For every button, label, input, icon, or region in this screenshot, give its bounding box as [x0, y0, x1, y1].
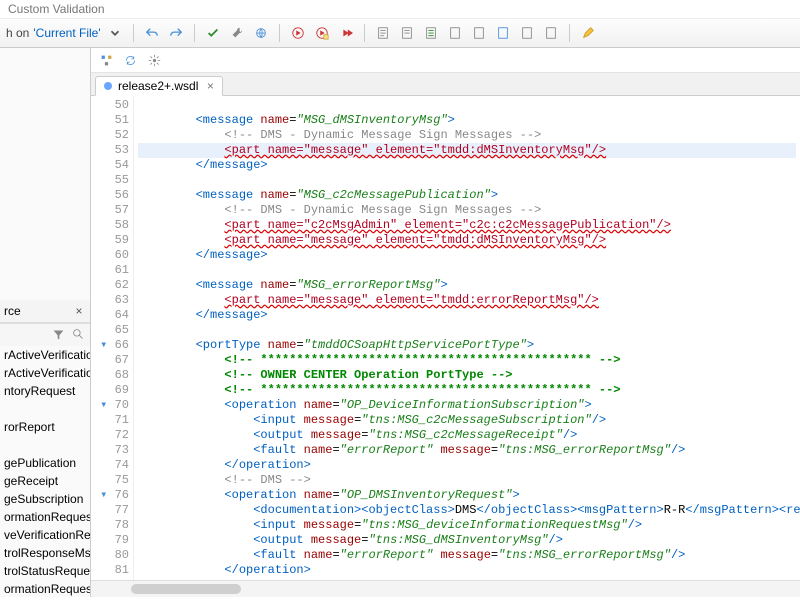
- tab-title: release2+.wsdl: [118, 79, 198, 93]
- sidebar-list: rActiveVerificationrActiveVerificationnt…: [0, 346, 90, 598]
- refresh-icon[interactable]: [121, 51, 139, 69]
- sidebar-item[interactable]: [0, 436, 90, 454]
- editor-mini-toolbar: [91, 48, 800, 73]
- horizontal-scrollbar[interactable]: [91, 580, 800, 597]
- sidebar-item[interactable]: rorReport: [0, 418, 90, 436]
- tab-close-icon[interactable]: ×: [204, 80, 216, 92]
- sidebar-item[interactable]: rActiveVerification: [0, 364, 90, 382]
- sidebar-item[interactable]: veVerificationRes: [0, 526, 90, 544]
- sidebar-item[interactable]: geSubscription: [0, 490, 90, 508]
- sidebar-item[interactable]: geReceipt: [0, 472, 90, 490]
- doc-8-icon[interactable]: [541, 23, 561, 43]
- sidebar: rce × rActiveVerificationrActiveVerifica…: [0, 48, 91, 597]
- main-toolbar: h on 'Current File': [0, 19, 800, 48]
- sidebar-item[interactable]: rActiveVerification: [0, 346, 90, 364]
- scrollbar-thumb[interactable]: [131, 584, 241, 594]
- code-text[interactable]: <message name="MSG_dMSInventoryMsg"> <!-…: [134, 96, 800, 580]
- tab-release2-wsdl[interactable]: release2+.wsdl ×: [95, 76, 223, 96]
- doc-6-icon[interactable]: [493, 23, 513, 43]
- sidebar-item[interactable]: ormationReques: [0, 580, 90, 598]
- sidebar-panel-title[interactable]: rce ×: [0, 300, 90, 323]
- doc-2-icon[interactable]: [397, 23, 417, 43]
- search-label: h on: [6, 26, 29, 40]
- sidebar-title-text: rce: [4, 304, 21, 318]
- validate-icon[interactable]: [203, 23, 223, 43]
- gear-icon[interactable]: [145, 51, 163, 69]
- code-editor[interactable]: 50515253545556575859606162636465▾ 666768…: [91, 96, 800, 580]
- run-3-icon[interactable]: [336, 23, 356, 43]
- file-icon: [104, 82, 112, 90]
- globe-icon[interactable]: [251, 23, 271, 43]
- search-scope-label: 'Current File': [33, 26, 100, 40]
- dropdown-icon[interactable]: [105, 23, 125, 43]
- tree-icon[interactable]: [97, 51, 115, 69]
- filter-icon[interactable]: [50, 327, 66, 343]
- close-icon[interactable]: ×: [72, 304, 86, 318]
- sidebar-item[interactable]: trolStatusReques: [0, 562, 90, 580]
- editor-tabstrip: release2+.wsdl ×: [91, 73, 800, 96]
- sidebar-item[interactable]: [0, 400, 90, 418]
- pencil-icon[interactable]: [578, 23, 598, 43]
- doc-3-icon[interactable]: [421, 23, 441, 43]
- run-2-icon[interactable]: [312, 23, 332, 43]
- validation-label: Custom Validation: [0, 0, 800, 19]
- sidebar-item[interactable]: ntoryRequest: [0, 382, 90, 400]
- editor-area: release2+.wsdl × 50515253545556575859606…: [91, 48, 800, 597]
- doc-4-icon[interactable]: [445, 23, 465, 43]
- search-icon[interactable]: [70, 327, 86, 343]
- undo-icon[interactable]: [142, 23, 162, 43]
- sidebar-item[interactable]: trolResponseMsg: [0, 544, 90, 562]
- redo-icon[interactable]: [166, 23, 186, 43]
- wrench-icon[interactable]: [227, 23, 247, 43]
- doc-5-icon[interactable]: [469, 23, 489, 43]
- doc-7-icon[interactable]: [517, 23, 537, 43]
- sidebar-item[interactable]: ormationRequest: [0, 508, 90, 526]
- sidebar-filter-row: [0, 323, 90, 346]
- line-gutter: 50515253545556575859606162636465▾ 666768…: [91, 96, 134, 580]
- run-icon[interactable]: [288, 23, 308, 43]
- sidebar-item[interactable]: gePublication: [0, 454, 90, 472]
- doc-icon[interactable]: [373, 23, 393, 43]
